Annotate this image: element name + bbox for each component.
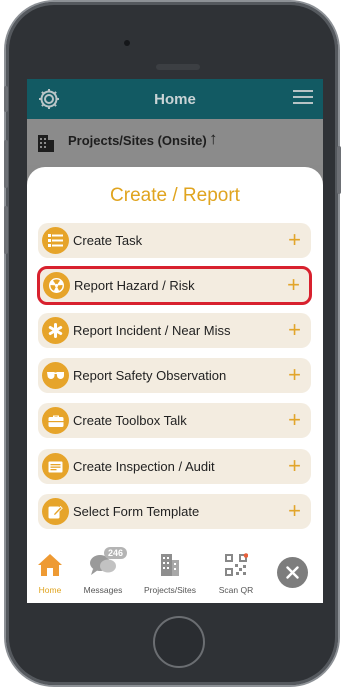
qr-code-icon <box>225 553 249 576</box>
plus-icon: + <box>288 453 301 478</box>
volume-down-button <box>4 206 8 254</box>
report-incident-label: Report Incident / Near Miss <box>73 323 231 338</box>
list-icon <box>42 227 69 254</box>
page-title: Home <box>154 90 196 108</box>
projects-bar-label: Projects/Sites (Onsite) <box>68 133 207 148</box>
tab-home-label: Home <box>38 585 62 595</box>
tab-projects[interactable]: Projects/Sites <box>140 553 200 595</box>
arrow-up-icon[interactable]: ↑ <box>209 129 218 149</box>
volume-up-button <box>4 140 8 188</box>
glasses-icon <box>42 362 69 389</box>
plus-icon: + <box>287 272 300 297</box>
select-form-template-label: Select Form Template <box>73 504 200 519</box>
top-bar: Home <box>27 79 323 119</box>
tab-scan-qr[interactable]: Scan QR <box>217 553 255 595</box>
report-safety-observation-item[interactable]: Report Safety Observation + <box>38 358 311 393</box>
mute-switch <box>4 86 8 112</box>
tab-projects-label: Projects/Sites <box>144 585 196 595</box>
select-form-template-item[interactable]: Select Form Template + <box>38 494 311 529</box>
report-incident-item[interactable]: Report Incident / Near Miss + <box>38 313 311 348</box>
tab-scan-qr-label: Scan QR <box>218 585 254 595</box>
power-button <box>337 146 341 194</box>
earpiece-speaker <box>156 64 200 70</box>
buildings-icon <box>161 554 179 576</box>
inspection-icon <box>42 453 69 480</box>
report-hazard-item[interactable]: Report Hazard / Risk + <box>37 266 312 305</box>
create-toolbox-talk-item[interactable]: Create Toolbox Talk + <box>38 403 311 438</box>
close-icon <box>286 566 299 579</box>
sheet-title: Create / Report <box>110 185 240 206</box>
app-screen: Home Projects/Sites (Onsite) ↑ Create / … <box>27 79 323 603</box>
create-task-label: Create Task <box>73 233 143 248</box>
plus-icon: + <box>288 362 301 387</box>
tab-messages[interactable]: 246 Messages <box>81 547 128 595</box>
plus-icon: + <box>288 317 301 342</box>
bottom-tab-bar: Home 246 Messages Projects/Sites Scan QR <box>27 545 323 603</box>
create-inspection-item[interactable]: Create Inspection / Audit + <box>38 449 311 484</box>
building-icon <box>38 135 54 152</box>
create-report-sheet: Create / Report Create Task + Report Haz… <box>27 167 323 603</box>
plus-icon: + <box>288 407 301 432</box>
messages-badge: 246 <box>104 547 128 559</box>
home-hardware-button[interactable] <box>153 616 205 668</box>
create-inspection-label: Create Inspection / Audit <box>73 459 215 474</box>
asterisk-icon <box>42 317 69 344</box>
toolbox-icon <box>42 407 69 434</box>
hamburger-menu-icon[interactable] <box>293 90 313 106</box>
plus-icon: + <box>288 227 301 252</box>
projects-bar[interactable]: Projects/Sites (Onsite) ↑ <box>27 119 323 165</box>
tab-home[interactable]: Home <box>35 553 65 595</box>
tab-messages-label: Messages <box>83 585 123 595</box>
report-hazard-label: Report Hazard / Risk <box>74 278 195 293</box>
report-safety-observation-label: Report Safety Observation <box>73 368 227 383</box>
hazard-icon <box>43 272 70 299</box>
front-camera <box>124 40 130 46</box>
close-sheet-button[interactable] <box>277 557 308 588</box>
home-icon <box>38 554 62 576</box>
create-task-item[interactable]: Create Task + <box>38 223 311 258</box>
gear-icon[interactable] <box>37 87 61 111</box>
plus-icon: + <box>288 498 301 523</box>
form-template-icon <box>42 498 69 525</box>
create-toolbox-talk-label: Create Toolbox Talk <box>73 413 187 428</box>
